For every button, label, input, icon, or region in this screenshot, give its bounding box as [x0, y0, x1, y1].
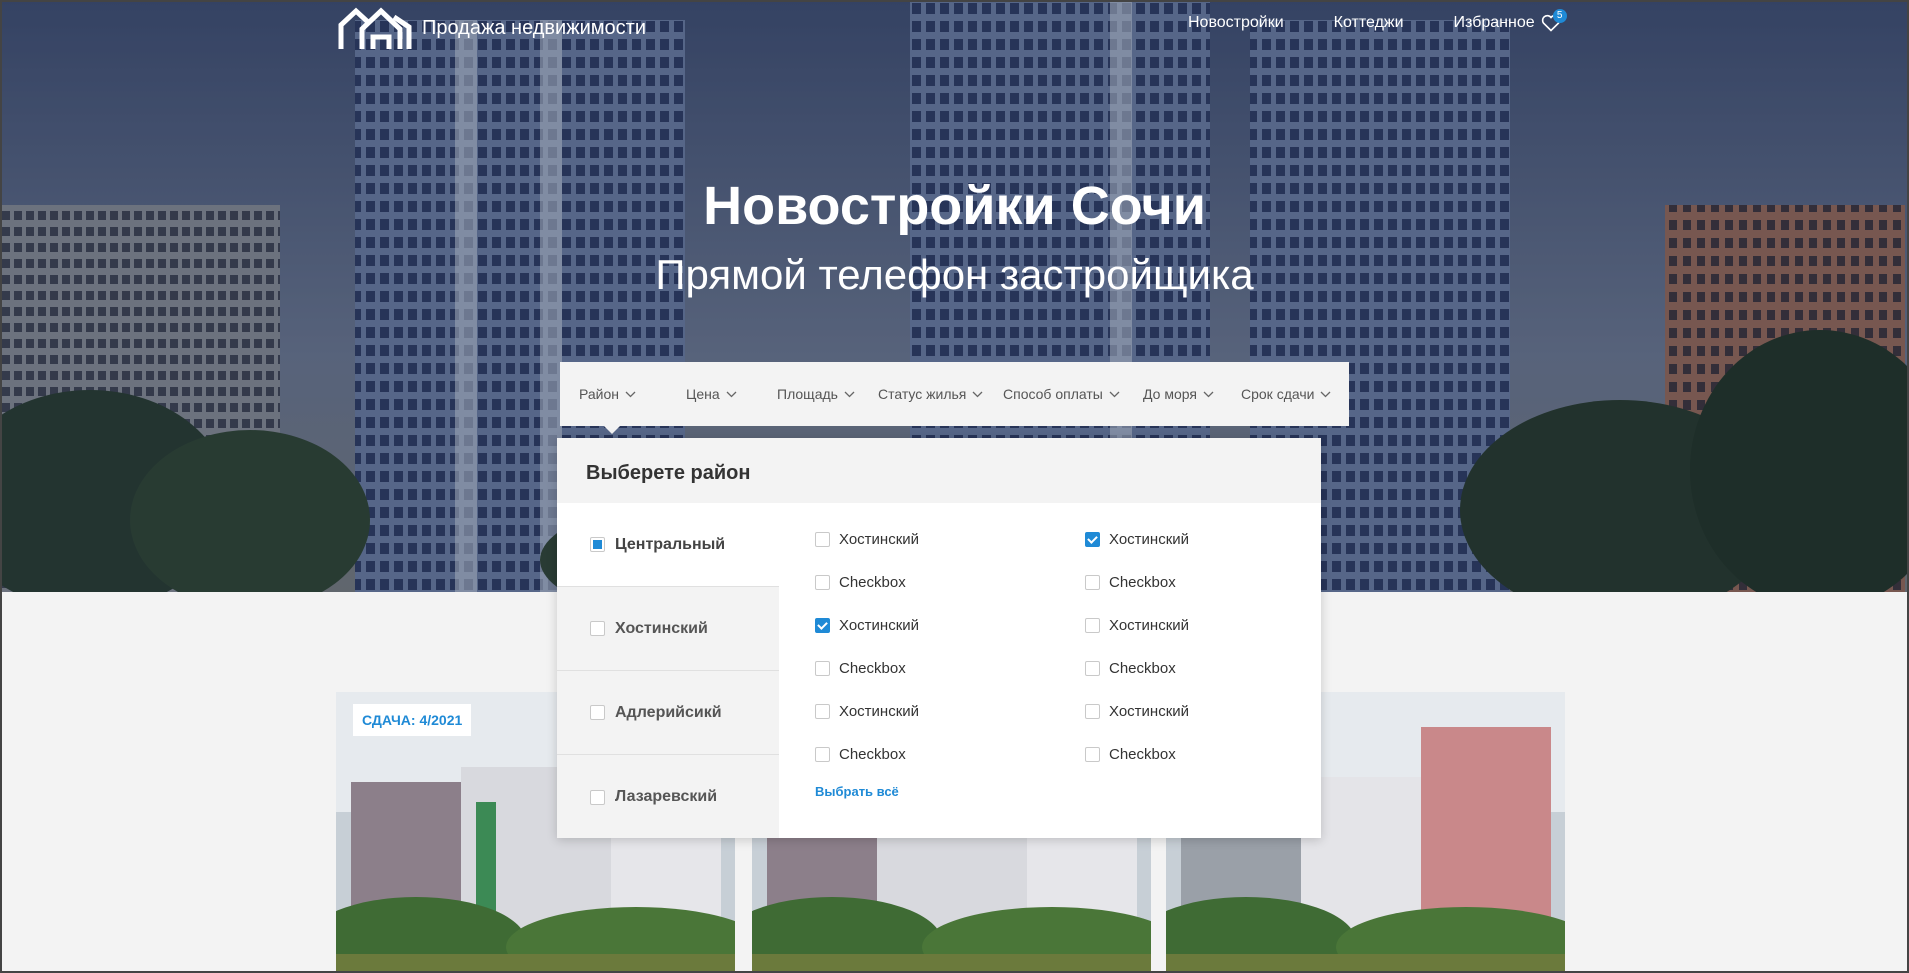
district-item-khostinsky[interactable]: Хостинский: [557, 587, 779, 671]
option-checkbox[interactable]: [815, 618, 830, 633]
subdistrict-option[interactable]: Checkbox: [1085, 733, 1315, 776]
district-label: Адлерийсикй: [615, 703, 722, 721]
subdistrict-options: Хостинский Хостинский Checkbox Checkbox …: [815, 518, 1315, 776]
subdistrict-option[interactable]: Хостинский: [815, 690, 1085, 733]
district-list: Центральный Хостинский Адлерийсикй Лазар…: [557, 503, 779, 838]
district-checkbox[interactable]: [590, 537, 605, 552]
filter-label: Статус жилья: [878, 386, 967, 402]
page-subtitle: Прямой телефон застройщика: [655, 251, 1254, 298]
subdistrict-option[interactable]: Хостинский: [815, 604, 1085, 647]
filter-price[interactable]: Цена: [686, 386, 777, 402]
nav-cottages[interactable]: Коттеджи: [1334, 14, 1404, 32]
filter-area[interactable]: Площадь: [777, 386, 878, 402]
site-logo[interactable]: Продажа недвижимости: [338, 5, 646, 51]
filter-payment[interactable]: Способ оплаты: [1003, 386, 1143, 402]
district-dropdown: Выберете район Центральный Хостинский Ад…: [557, 438, 1321, 838]
house-logo-icon: [338, 7, 412, 49]
chevron-down-icon: [726, 391, 737, 397]
filter-label: До моря: [1143, 386, 1197, 402]
chevron-down-icon: [1321, 391, 1331, 397]
option-checkbox[interactable]: [1085, 532, 1100, 547]
filter-completion[interactable]: Срок сдачи: [1241, 386, 1331, 402]
option-label: Хостинский: [1109, 531, 1190, 548]
district-checkbox[interactable]: [590, 789, 605, 805]
option-label: Хостинский: [1109, 617, 1190, 634]
option-label: Checkbox: [1109, 660, 1176, 677]
favorites-count-badge: 5: [1552, 9, 1567, 23]
subdistrict-option[interactable]: Checkbox: [815, 561, 1085, 604]
subdistrict-option[interactable]: Checkbox: [815, 647, 1085, 690]
option-label: Checkbox: [1109, 574, 1176, 591]
filter-district[interactable]: Район: [579, 386, 686, 402]
district-label: Хостинский: [615, 619, 708, 637]
district-label: Лазаревский: [615, 788, 718, 805]
option-label: Checkbox: [839, 574, 906, 591]
filter-to-sea[interactable]: До моря: [1143, 386, 1241, 402]
option-label: Хостинский: [1109, 703, 1190, 720]
subdistrict-option[interactable]: Хостинский: [1085, 604, 1315, 647]
filter-label: Район: [579, 386, 619, 402]
subdistrict-option[interactable]: Хостинский: [1085, 518, 1315, 561]
option-label: Checkbox: [839, 746, 906, 763]
option-checkbox[interactable]: [1085, 704, 1100, 719]
filter-bar: Район Цена Площадь Статус жилья Способ о…: [560, 362, 1349, 426]
district-item-lazarevsky[interactable]: Лазаревский: [557, 755, 779, 839]
district-checkbox[interactable]: [590, 621, 605, 636]
option-label: Checkbox: [839, 660, 906, 677]
option-checkbox[interactable]: [1085, 661, 1100, 676]
dropdown-title: Выберете район: [557, 438, 1321, 503]
option-checkbox[interactable]: [815, 575, 830, 590]
filter-label: Цена: [686, 386, 720, 402]
subdistrict-option[interactable]: Checkbox: [1085, 647, 1315, 690]
filter-status[interactable]: Статус жилья: [878, 386, 1003, 402]
subdistrict-option[interactable]: Хостинский: [815, 518, 1085, 561]
option-checkbox[interactable]: [815, 704, 830, 719]
subdistrict-option[interactable]: Checkbox: [1085, 561, 1315, 604]
option-checkbox[interactable]: [815, 747, 830, 762]
option-checkbox[interactable]: [1085, 747, 1100, 762]
dropdown-caret: [604, 426, 620, 434]
option-label: Checkbox: [1109, 746, 1176, 763]
filter-label: Площадь: [777, 386, 838, 402]
page-title: Новостройки Сочи: [703, 176, 1206, 236]
option-checkbox[interactable]: [815, 532, 830, 547]
nav-favorites[interactable]: Избранное 5: [1453, 9, 1567, 32]
subdistrict-option[interactable]: Хостинский: [1085, 690, 1315, 733]
nav-favorites-label: Избранное: [1453, 14, 1535, 31]
filter-label: Способ оплаты: [1003, 386, 1103, 402]
chevron-down-icon: [1203, 391, 1214, 397]
completion-tag: СДАЧА: 4/2021: [353, 704, 472, 736]
select-all-link[interactable]: Выбрать всё: [815, 784, 899, 799]
filter-label: Срок сдачи: [1241, 386, 1315, 402]
district-label: Центральный: [615, 535, 726, 553]
option-checkbox[interactable]: [1085, 575, 1100, 590]
chevron-down-icon: [1109, 391, 1120, 397]
option-label: Хостинский: [839, 703, 920, 720]
nav-new-buildings[interactable]: Новостройки: [1188, 14, 1284, 32]
option-label: Хостинский: [839, 617, 920, 634]
logo-text: Продажа недвижимости: [422, 16, 646, 39]
option-checkbox[interactable]: [1085, 618, 1100, 633]
chevron-down-icon: [844, 391, 855, 397]
chevron-down-icon: [972, 391, 983, 397]
district-item-adler[interactable]: Адлерийсикй: [557, 671, 779, 755]
district-checkbox[interactable]: [590, 705, 605, 720]
district-item-central[interactable]: Центральный: [557, 503, 779, 587]
option-label: Хостинский: [839, 531, 920, 548]
main-nav: Новостройки Коттеджи Избранное 5: [1188, 9, 1567, 32]
subdistrict-option[interactable]: Checkbox: [815, 733, 1085, 776]
chevron-down-icon: [625, 391, 636, 397]
option-checkbox[interactable]: [815, 661, 830, 676]
